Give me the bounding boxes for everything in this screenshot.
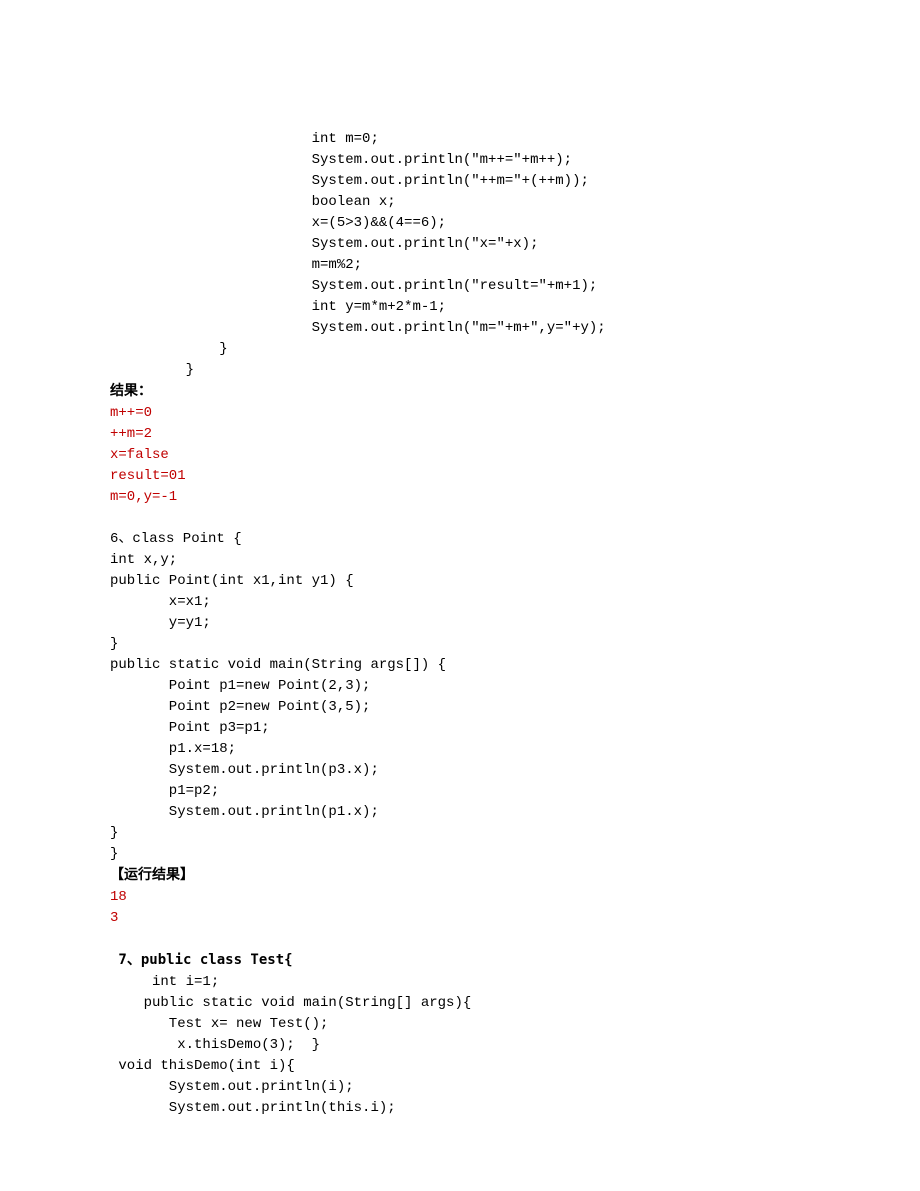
code-block-3-body: int i=1; public static void main(String[… — [110, 974, 471, 1116]
document-page: int m=0; System.out.println("m++="+m++);… — [0, 0, 920, 1191]
result-output-1: m++=0 ++m=2 x=false result=01 m=0,y=-1 — [110, 405, 186, 505]
code-block-3-first-line: 7、public class Test{ — [110, 952, 293, 968]
code-block-1: int m=0; System.out.println("m++="+m++);… — [110, 131, 606, 378]
result-output-2: 18 3 — [110, 889, 127, 926]
result-label-1: 结果： — [110, 383, 152, 399]
code-block-3-header: 7、public class Test{ int i=1; public sta… — [110, 953, 471, 1116]
result-label-2: 【运行结果】 — [110, 867, 194, 883]
code-block-2: 6、class Point { int x,y; public Point(in… — [110, 531, 446, 862]
